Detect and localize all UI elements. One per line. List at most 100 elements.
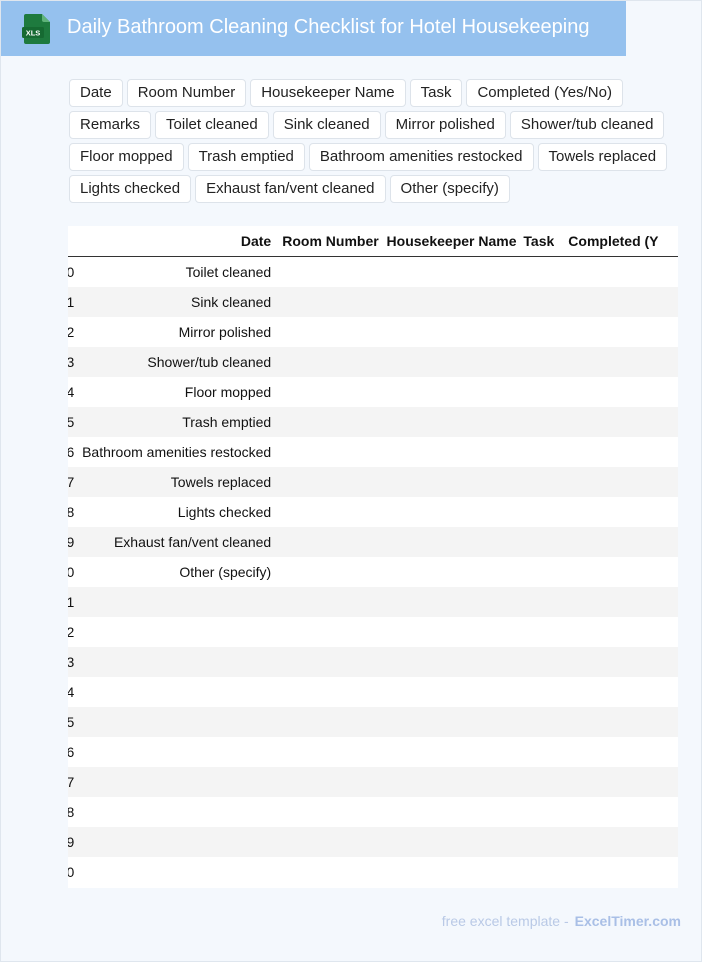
housekeeper-name-cell[interactable] [378, 377, 517, 407]
task-cell[interactable] [516, 587, 555, 617]
date-cell[interactable] [74, 677, 274, 707]
housekeeper-name-cell[interactable] [378, 497, 517, 527]
housekeeper-name-cell[interactable] [378, 707, 517, 737]
field-tag[interactable]: Bathroom amenities restocked [308, 143, 534, 171]
housekeeper-name-cell[interactable] [378, 677, 517, 707]
column-header-room-number[interactable]: Room Number [273, 226, 379, 257]
date-cell[interactable]: Trash emptied [74, 407, 274, 437]
completed-cell[interactable] [554, 407, 678, 437]
field-tag[interactable]: Sink cleaned [272, 111, 381, 139]
date-cell[interactable]: Other (specify) [74, 557, 274, 587]
date-cell[interactable] [74, 647, 274, 677]
room-number-cell[interactable] [273, 587, 379, 617]
housekeeper-name-cell[interactable] [378, 827, 517, 857]
completed-cell[interactable] [554, 497, 678, 527]
date-cell[interactable] [74, 707, 274, 737]
room-number-cell[interactable] [273, 857, 379, 887]
task-cell[interactable] [516, 377, 555, 407]
housekeeper-name-cell[interactable] [378, 467, 517, 497]
housekeeper-name-cell[interactable] [378, 797, 517, 827]
room-number-cell[interactable] [273, 377, 379, 407]
completed-cell[interactable] [554, 587, 678, 617]
task-cell[interactable] [516, 527, 555, 557]
task-cell[interactable] [516, 617, 555, 647]
room-number-cell[interactable] [273, 737, 379, 767]
date-cell[interactable]: Exhaust fan/vent cleaned [74, 527, 274, 557]
completed-cell[interactable] [554, 377, 678, 407]
housekeeper-name-cell[interactable] [378, 527, 517, 557]
completed-cell[interactable] [554, 437, 678, 467]
housekeeper-name-cell[interactable] [378, 587, 517, 617]
room-number-cell[interactable] [273, 617, 379, 647]
room-number-cell[interactable] [273, 287, 379, 317]
field-tag[interactable]: Lights checked [69, 175, 192, 203]
room-number-cell[interactable] [273, 467, 379, 497]
housekeeper-name-cell[interactable] [378, 647, 517, 677]
room-number-cell[interactable] [273, 497, 379, 527]
completed-cell[interactable] [554, 737, 678, 767]
housekeeper-name-cell[interactable] [378, 407, 517, 437]
task-cell[interactable] [516, 857, 555, 887]
field-tag[interactable]: Other (specify) [389, 175, 510, 203]
completed-cell[interactable] [554, 617, 678, 647]
housekeeper-name-cell[interactable] [378, 256, 517, 287]
completed-cell[interactable] [554, 647, 678, 677]
field-tag[interactable]: Date [69, 79, 123, 107]
room-number-cell[interactable] [273, 527, 379, 557]
date-cell[interactable]: Mirror polished [74, 317, 274, 347]
date-cell[interactable] [74, 827, 274, 857]
room-number-cell[interactable] [273, 647, 379, 677]
task-cell[interactable] [516, 827, 555, 857]
date-cell[interactable] [74, 737, 274, 767]
room-number-cell[interactable] [273, 317, 379, 347]
date-cell[interactable]: Toilet cleaned [74, 256, 274, 287]
task-cell[interactable] [516, 767, 555, 797]
date-cell[interactable] [74, 617, 274, 647]
field-tag[interactable]: Task [409, 79, 463, 107]
housekeeper-name-cell[interactable] [378, 347, 517, 377]
room-number-cell[interactable] [273, 707, 379, 737]
task-cell[interactable] [516, 557, 555, 587]
column-header-task[interactable]: Task [516, 226, 555, 257]
field-tag[interactable]: Shower/tub cleaned [509, 111, 665, 139]
room-number-cell[interactable] [273, 797, 379, 827]
completed-cell[interactable] [554, 287, 678, 317]
completed-cell[interactable] [554, 827, 678, 857]
task-cell[interactable] [516, 797, 555, 827]
completed-cell[interactable] [554, 317, 678, 347]
task-cell[interactable] [516, 497, 555, 527]
field-tag[interactable]: Floor mopped [69, 143, 184, 171]
date-cell[interactable]: Towels replaced [74, 467, 274, 497]
housekeeper-name-cell[interactable] [378, 557, 517, 587]
footer-brand-link[interactable]: ExcelTimer.com [575, 913, 681, 929]
room-number-cell[interactable] [273, 256, 379, 287]
column-header-housekeeper-name[interactable]: Housekeeper Name [378, 226, 517, 257]
room-number-cell[interactable] [273, 407, 379, 437]
field-tag[interactable]: Mirror polished [384, 111, 506, 139]
housekeeper-name-cell[interactable] [378, 737, 517, 767]
completed-cell[interactable] [554, 707, 678, 737]
date-cell[interactable]: Lights checked [74, 497, 274, 527]
column-header-completed[interactable]: Completed (Y [554, 226, 678, 257]
housekeeper-name-cell[interactable] [378, 767, 517, 797]
completed-cell[interactable] [554, 557, 678, 587]
housekeeper-name-cell[interactable] [378, 317, 517, 347]
date-cell[interactable] [74, 857, 274, 887]
room-number-cell[interactable] [273, 557, 379, 587]
room-number-cell[interactable] [273, 767, 379, 797]
housekeeper-name-cell[interactable] [378, 287, 517, 317]
housekeeper-name-cell[interactable] [378, 617, 517, 647]
field-tag[interactable]: Exhaust fan/vent cleaned [195, 175, 386, 203]
field-tag[interactable]: Toilet cleaned [155, 111, 269, 139]
task-cell[interactable] [516, 707, 555, 737]
date-cell[interactable]: Shower/tub cleaned [74, 347, 274, 377]
housekeeper-name-cell[interactable] [378, 437, 517, 467]
task-cell[interactable] [516, 317, 555, 347]
completed-cell[interactable] [554, 347, 678, 377]
completed-cell[interactable] [554, 256, 678, 287]
room-number-cell[interactable] [273, 437, 379, 467]
completed-cell[interactable] [554, 767, 678, 797]
column-header-date[interactable]: Date [74, 226, 274, 257]
field-tag[interactable]: Housekeeper Name [250, 79, 406, 107]
field-tag[interactable]: Remarks [69, 111, 152, 139]
